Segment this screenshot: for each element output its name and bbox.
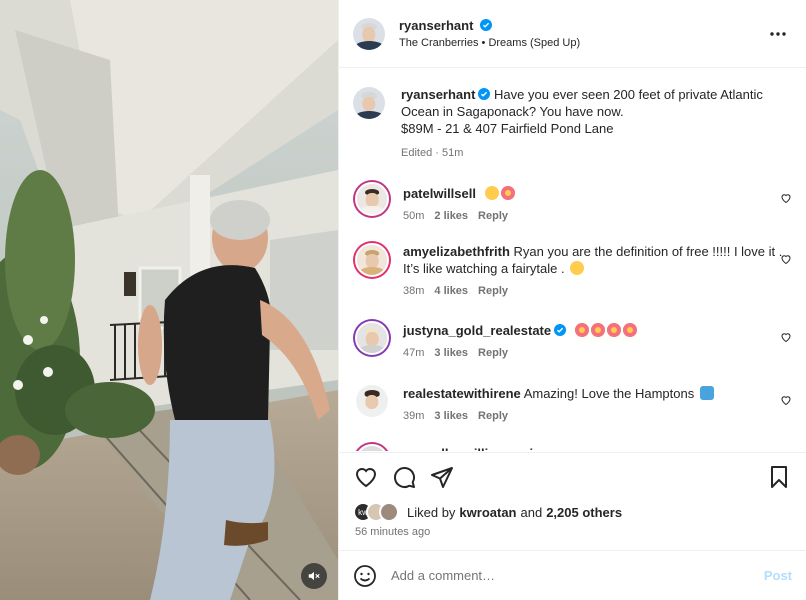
author-username[interactable]: ryanserhant bbox=[399, 18, 473, 33]
comment-likes[interactable]: 3 likes bbox=[434, 347, 468, 359]
comment-input[interactable] bbox=[391, 568, 764, 583]
comment-username[interactable]: patelwillsell bbox=[403, 186, 476, 201]
post-video[interactable] bbox=[0, 0, 338, 600]
reply-button[interactable]: Reply bbox=[478, 410, 508, 422]
comment-likes[interactable]: 2 likes bbox=[434, 210, 468, 222]
comment-username[interactable]: realestatewithirene bbox=[403, 386, 521, 401]
comment-item: amyelizabethfrith Ryan you are the defin… bbox=[353, 241, 792, 300]
post-header: ryanserhant The Cranberries • Dreams (Sp… bbox=[339, 0, 806, 68]
liker-avatar bbox=[379, 502, 399, 522]
reply-button[interactable]: Reply bbox=[478, 210, 508, 222]
comment-like-heart-icon[interactable] bbox=[780, 394, 792, 406]
comment-button[interactable] bbox=[391, 464, 417, 490]
post-comment-button[interactable]: Post bbox=[764, 568, 792, 583]
comment-like-heart-icon[interactable] bbox=[780, 192, 792, 204]
post-modal: ryanserhant The Cranberries • Dreams (Sp… bbox=[0, 0, 806, 600]
face-with-open-mouth-icon bbox=[484, 186, 499, 200]
heart-icon bbox=[355, 467, 377, 487]
commenter-avatar[interactable] bbox=[356, 385, 388, 417]
comment-username[interactable]: amyelizabethfrith bbox=[403, 244, 510, 259]
post-details-panel: ryanserhant The Cranberries • Dreams (Sp… bbox=[338, 0, 806, 600]
comment-likes[interactable]: 3 likes bbox=[434, 410, 468, 422]
post-action-bar bbox=[339, 452, 806, 500]
liked-by-joiner: and bbox=[520, 504, 543, 520]
water-wave-icon bbox=[699, 386, 714, 400]
comment-like-heart-icon[interactable] bbox=[780, 253, 792, 265]
save-button[interactable] bbox=[766, 464, 792, 490]
heart-eyes-icon bbox=[606, 323, 621, 337]
comment-time: 47m bbox=[403, 347, 425, 359]
comment-username[interactable]: marcelluswilliamsusic bbox=[403, 446, 540, 451]
likes-count[interactable]: 2,205 others bbox=[546, 505, 622, 520]
comment-icon bbox=[394, 466, 415, 488]
comment-time: 39m bbox=[403, 410, 425, 422]
comment-item: realestatewithirene Amazing! Love the Ha… bbox=[353, 382, 792, 425]
story-ring[interactable] bbox=[353, 180, 391, 218]
caption-price-address: $89M - 21 & 407 Fairfield Pond Lane bbox=[401, 121, 614, 136]
comment-time: 50m bbox=[403, 210, 425, 222]
audio-track-link[interactable]: The Cranberries • Dreams (Sped Up) bbox=[399, 37, 766, 49]
caption-username[interactable]: ryanserhant bbox=[401, 87, 475, 102]
reply-button[interactable]: Reply bbox=[478, 347, 508, 359]
speaker-muted-icon bbox=[308, 571, 320, 581]
bookmark-icon bbox=[771, 465, 787, 488]
story-ring[interactable] bbox=[353, 319, 391, 357]
reply-button[interactable]: Reply bbox=[478, 285, 508, 297]
likes-summary: kw Liked by kwroatan and 2,205 others bbox=[353, 502, 622, 522]
like-button[interactable] bbox=[353, 464, 379, 490]
hugging-face-icon bbox=[570, 261, 585, 275]
post-header-text: ryanserhant The Cranberries • Dreams (Sp… bbox=[399, 18, 766, 49]
comment-item: patelwillsell 50m 2 likes Reply bbox=[353, 180, 792, 225]
share-icon bbox=[431, 466, 453, 488]
verified-badge-icon bbox=[554, 324, 567, 336]
video-frame bbox=[0, 0, 338, 600]
add-comment-bar: Post bbox=[339, 550, 806, 600]
story-ring[interactable] bbox=[353, 442, 391, 451]
smiley-icon[interactable] bbox=[353, 564, 377, 588]
comments-list[interactable]: ryanserhant Have you ever seen 200 feet … bbox=[339, 69, 806, 451]
comment-likes[interactable]: 4 likes bbox=[434, 285, 468, 297]
liked-by-prefix: Liked by bbox=[407, 504, 456, 520]
liked-by-user[interactable]: kwroatan bbox=[459, 505, 516, 520]
comment-text: Amazing! Love the Hamptons bbox=[523, 386, 695, 401]
comment-like-heart-icon[interactable] bbox=[780, 331, 792, 343]
comment-item-partial: marcelluswilliamsusic bbox=[353, 442, 792, 451]
verified-badge-icon bbox=[480, 19, 493, 31]
mute-toggle-button[interactable] bbox=[301, 563, 327, 589]
heart-eyes-icon bbox=[622, 323, 637, 337]
comment-time: 38m bbox=[403, 285, 425, 297]
heart-eyes-icon bbox=[590, 323, 605, 337]
verified-badge-icon bbox=[478, 88, 491, 100]
post-timestamp[interactable]: 56 minutes ago bbox=[355, 526, 430, 538]
share-button[interactable] bbox=[429, 464, 455, 490]
caption-meta: Edited · 51m bbox=[401, 147, 464, 159]
caption: ryanserhant Have you ever seen 200 feet … bbox=[353, 86, 792, 162]
liker-avatars[interactable]: kw bbox=[353, 502, 403, 522]
story-ring[interactable] bbox=[353, 241, 391, 279]
comment-item: justyna_gold_realestate 47m 3 likes Reply bbox=[353, 319, 792, 362]
author-avatar[interactable] bbox=[353, 17, 385, 50]
more-horizontal-icon bbox=[770, 31, 786, 36]
comment-username[interactable]: justyna_gold_realestate bbox=[403, 323, 551, 338]
more-options-button[interactable] bbox=[766, 22, 790, 46]
heart-eyes-icon bbox=[574, 323, 589, 337]
caption-avatar[interactable] bbox=[353, 87, 385, 119]
heart-eyes-icon bbox=[500, 186, 515, 200]
